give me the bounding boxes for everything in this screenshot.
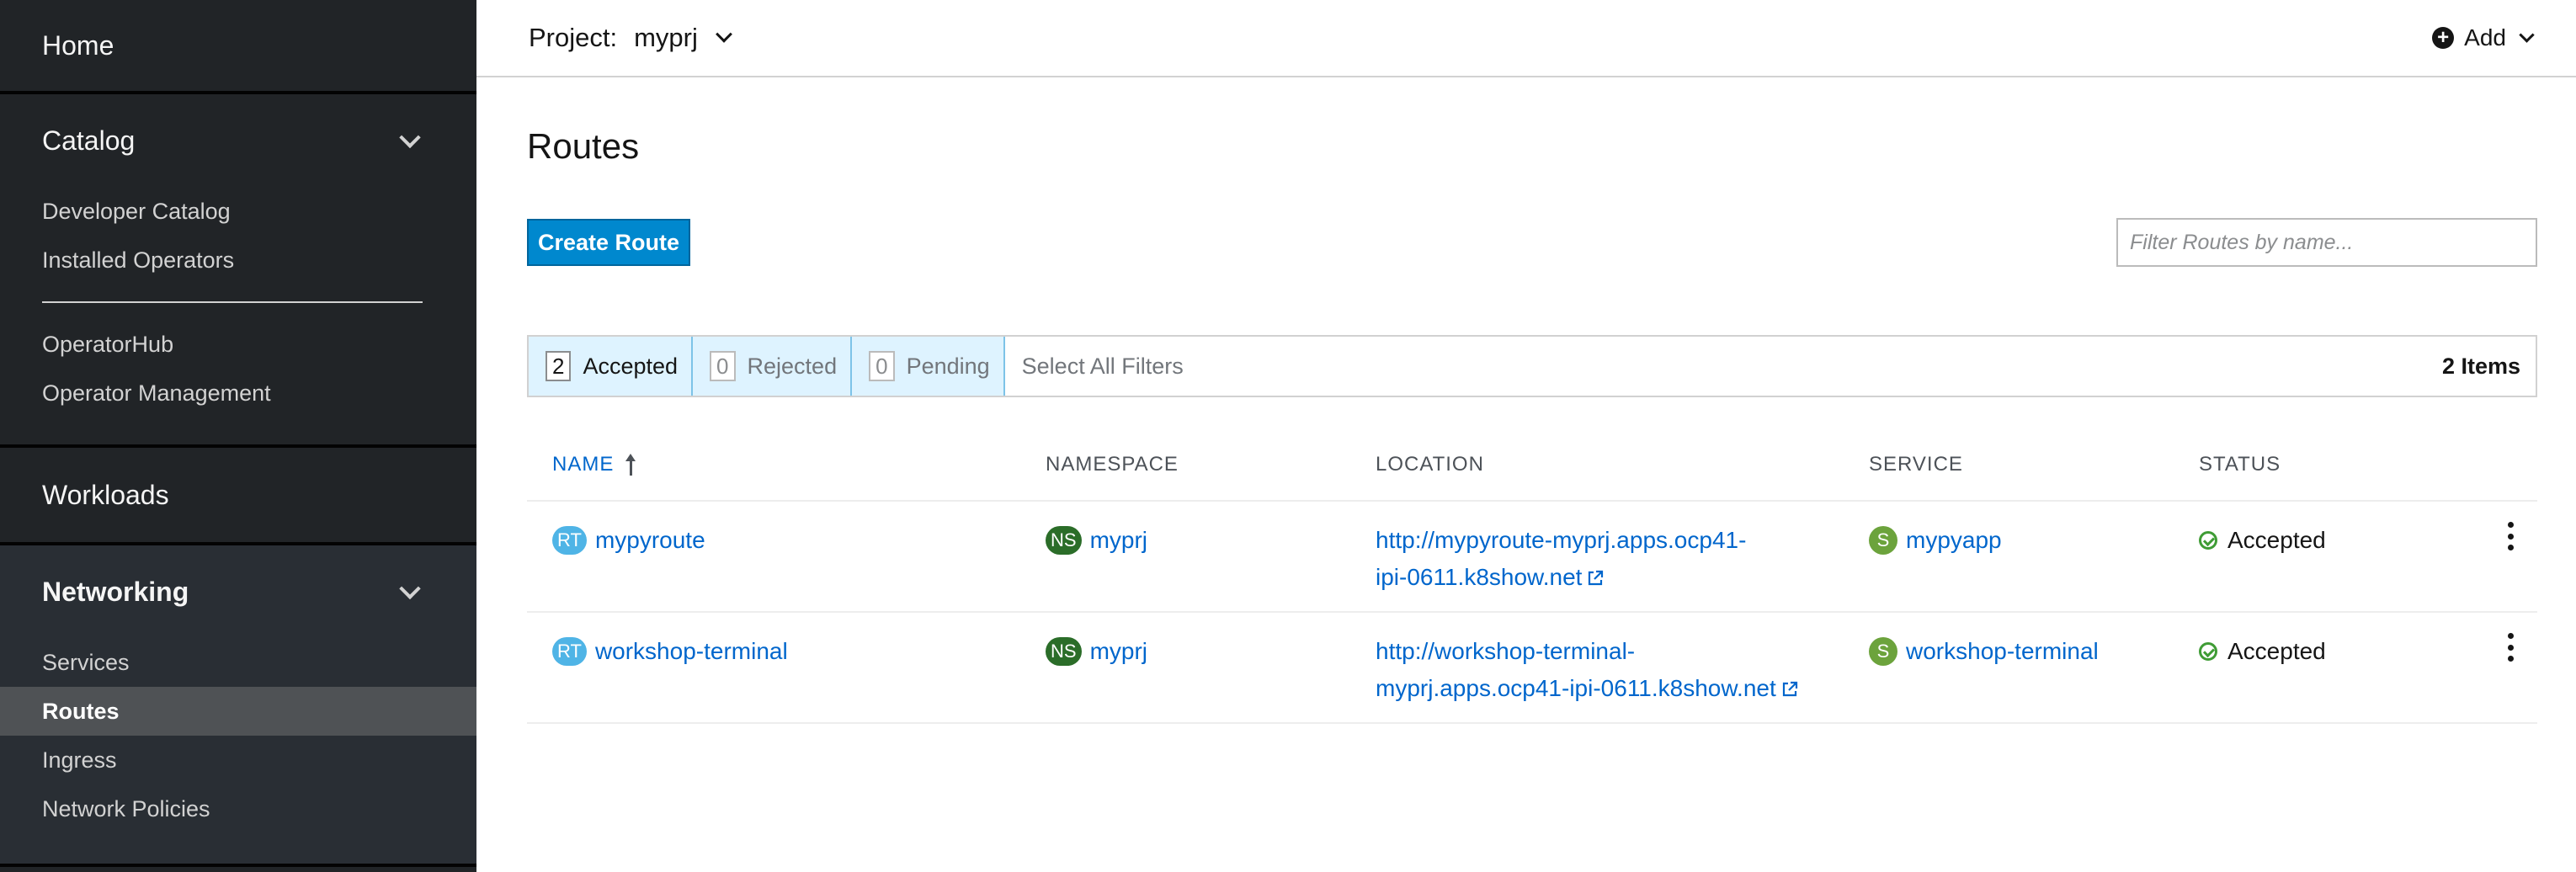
route-badge: RT <box>552 526 587 555</box>
nav-home[interactable]: Home <box>0 0 476 91</box>
service-badge: S <box>1869 637 1897 666</box>
sidebar: Home Catalog Developer Catalog Installed… <box>0 0 476 872</box>
location-cell: http://workshop-terminal- myprj.apps.ocp… <box>1376 633 1798 707</box>
route-badge: RT <box>552 637 587 666</box>
namespace-cell: NS myprj <box>1046 633 1147 670</box>
sidebar-item-installed-operators[interactable]: Installed Operators <box>0 236 476 284</box>
nav-section-home: Home <box>0 0 476 94</box>
routes-table: NAME NAMESPACE LOCATION SERVICE STATUS R… <box>527 428 2537 724</box>
nav-networking-toggle[interactable]: Networking <box>0 545 476 638</box>
column-header-service[interactable]: SERVICE <box>1869 453 1963 476</box>
nav-catalog-toggle[interactable]: Catalog <box>0 94 476 187</box>
status-text: Accepted <box>2227 638 2326 664</box>
status-cell: Accepted <box>2199 522 2326 559</box>
service-cell: S workshop-terminal <box>1869 633 2099 670</box>
route-name-cell: RT workshop-terminal <box>552 633 788 670</box>
table-row: RT mypyroute NS myprj http://mypyroute-m… <box>527 502 2537 613</box>
column-header-name[interactable]: NAME <box>552 453 636 476</box>
nav-networking-label: Networking <box>42 576 189 607</box>
column-name-label: NAME <box>552 453 615 476</box>
service-cell: S mypyapp <box>1869 522 2002 559</box>
project-selector[interactable]: Project: myprj <box>529 23 732 53</box>
chevron-down-icon <box>399 126 421 149</box>
route-name-cell: RT mypyroute <box>552 522 705 559</box>
kebab-menu-icon[interactable] <box>2502 633 2519 662</box>
nav-section-workloads: Workloads <box>0 448 476 545</box>
namespace-link[interactable]: myprj <box>1090 633 1147 670</box>
filter-routes-input[interactable] <box>2116 218 2537 267</box>
chevron-down-icon <box>399 577 421 600</box>
nav-section-networking: Networking Services Routes Ingress Netwo… <box>0 545 476 867</box>
filter-rejected[interactable]: 0 Rejected <box>693 337 853 396</box>
check-circle-icon <box>2199 531 2217 550</box>
sidebar-item-services[interactable]: Services <box>0 638 476 687</box>
filter-accepted[interactable]: 2 Accepted <box>529 337 694 396</box>
route-name-link[interactable]: mypyroute <box>595 522 705 559</box>
sort-ascending-icon <box>625 454 636 476</box>
chevron-down-icon <box>2519 26 2535 43</box>
service-badge: S <box>1869 526 1897 555</box>
chevron-down-icon <box>715 25 732 43</box>
location-link[interactable]: http://mypyroute-myprj.apps.ocp41- ipi-0… <box>1376 527 1746 590</box>
route-name-link[interactable]: workshop-terminal <box>595 633 788 670</box>
column-header-namespace[interactable]: NAMESPACE <box>1046 453 1179 476</box>
external-link-icon <box>1782 681 1797 697</box>
namespace-link[interactable]: myprj <box>1090 522 1147 559</box>
location-line-2: myprj.apps.ocp41-ipi-0611.k8show.net <box>1376 675 1776 701</box>
page-title: Routes <box>527 126 640 166</box>
filter-pending-count: 0 <box>869 351 895 381</box>
filter-pending[interactable]: 0 Pending <box>852 337 1005 396</box>
sidebar-item-ingress[interactable]: Ingress <box>0 736 476 784</box>
table-header: NAME NAMESPACE LOCATION SERVICE STATUS <box>527 428 2537 502</box>
nav-catalog-items: Developer Catalog Installed Operators Op… <box>0 187 476 434</box>
namespace-badge: NS <box>1046 526 1082 555</box>
sidebar-item-operatorhub[interactable]: OperatorHub <box>0 320 476 369</box>
nav-divider <box>42 301 423 303</box>
sidebar-item-developer-catalog[interactable]: Developer Catalog <box>0 187 476 236</box>
project-label: Project: <box>529 23 618 52</box>
create-route-button[interactable]: Create Route <box>527 219 690 266</box>
status-text: Accepted <box>2227 527 2326 553</box>
location-line-1: http://mypyroute-myprj.apps.ocp41- <box>1376 527 1747 553</box>
filter-rejected-count: 0 <box>710 351 736 381</box>
main-content: Routes Create Route 2 Accepted 0 Rejecte… <box>476 77 2576 872</box>
select-all-filters[interactable]: Select All Filters <box>1005 337 1184 396</box>
status-cell: Accepted <box>2199 633 2326 670</box>
namespace-badge: NS <box>1046 637 1082 666</box>
column-header-location[interactable]: LOCATION <box>1376 453 1484 476</box>
location-link[interactable]: http://workshop-terminal- myprj.apps.ocp… <box>1376 638 1798 701</box>
nav-workloads[interactable]: Workloads <box>0 448 476 542</box>
items-count: 2 Items <box>2441 353 2520 379</box>
top-bar: Project: myprj + Add <box>476 0 2576 77</box>
namespace-cell: NS myprj <box>1046 522 1147 559</box>
sidebar-item-operator-management[interactable]: Operator Management <box>0 369 476 417</box>
column-header-status[interactable]: STATUS <box>2199 453 2281 476</box>
filter-pending-label: Pending <box>906 353 990 379</box>
service-link[interactable]: mypyapp <box>1906 522 2002 559</box>
check-circle-icon <box>2199 642 2217 661</box>
add-label: Add <box>2464 24 2506 51</box>
sidebar-item-routes[interactable]: Routes <box>0 687 476 736</box>
plus-circle-icon: + <box>2432 27 2455 49</box>
location-line-1: http://workshop-terminal- <box>1376 638 1636 664</box>
sidebar-item-network-policies[interactable]: Network Policies <box>0 784 476 833</box>
add-button[interactable]: + Add <box>2432 0 2535 76</box>
nav-catalog-label: Catalog <box>42 125 136 156</box>
location-line-2: ipi-0611.k8show.net <box>1376 564 1583 590</box>
table-row: RT workshop-terminal NS myprj http://wor… <box>527 613 2537 724</box>
project-name: myprj <box>634 23 698 52</box>
service-link[interactable]: workshop-terminal <box>1906 633 2099 670</box>
row-filter-bar: 2 Accepted 0 Rejected 0 Pending Select A… <box>527 335 2537 397</box>
external-link-icon <box>1589 570 1604 586</box>
filter-accepted-count: 2 <box>546 351 572 381</box>
nav-section-catalog: Catalog Developer Catalog Installed Oper… <box>0 94 476 448</box>
nav-networking-items: Services Routes Ingress Network Policies <box>0 638 476 850</box>
filter-accepted-label: Accepted <box>583 353 679 379</box>
location-cell: http://mypyroute-myprj.apps.ocp41- ipi-0… <box>1376 522 1746 596</box>
filter-rejected-label: Rejected <box>747 353 838 379</box>
kebab-menu-icon[interactable] <box>2502 522 2519 550</box>
